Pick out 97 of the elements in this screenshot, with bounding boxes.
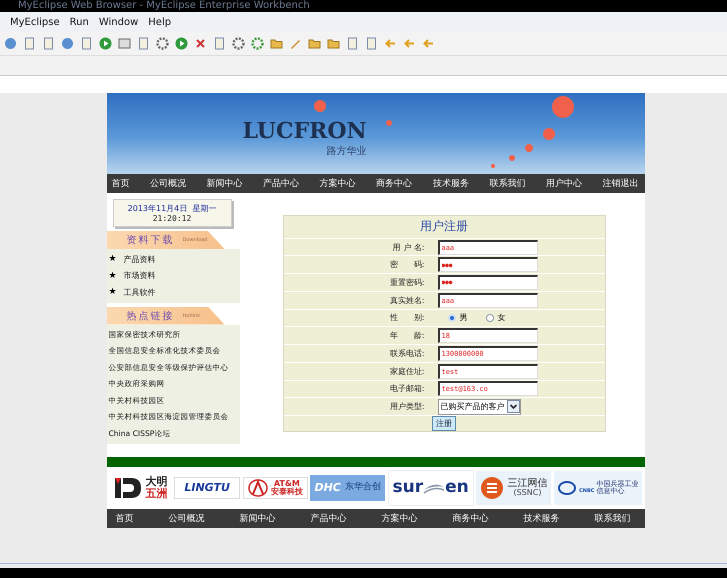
- document-icon[interactable]: [80, 37, 93, 50]
- register-button[interactable]: 注册: [432, 416, 456, 431]
- balloon: [542, 128, 554, 140]
- date-text: 2013年11月4日 星期一: [128, 203, 216, 214]
- download-link[interactable]: 市场资料: [124, 270, 156, 282]
- logo-text: 安泰科技: [270, 488, 303, 496]
- letter-mark-icon: [248, 479, 268, 497]
- field-label: 电子邮箱:: [388, 383, 426, 394]
- arrow-icon[interactable]: [422, 37, 435, 50]
- document-icon[interactable]: [23, 37, 36, 50]
- field-label: 密 码:: [388, 259, 426, 270]
- field-label: 性 别:: [388, 312, 426, 324]
- folder-icon[interactable]: [308, 37, 321, 50]
- logo-text: LINGTU: [184, 482, 230, 494]
- ring-mark-icon: [558, 481, 576, 495]
- nav-link[interactable]: 方案中心: [382, 512, 418, 525]
- star-bullet: ★: [108, 270, 117, 281]
- globe-icon[interactable]: [4, 37, 17, 50]
- section-title: 热点链接: [126, 310, 174, 322]
- logo-text: AT&M: [274, 480, 300, 488]
- balloon: [552, 96, 574, 118]
- logo-text: 大明: [146, 476, 168, 488]
- partner-logo[interactable]: 大明 五洲: [108, 471, 172, 505]
- logo-subtitle: 路方华业: [326, 144, 367, 158]
- partner-logo[interactable]: LINGTU: [174, 477, 240, 499]
- partner-logo[interactable]: DHC 东华合创: [310, 475, 385, 501]
- document-icon[interactable]: [346, 37, 359, 50]
- window-icon[interactable]: [118, 37, 131, 50]
- logo-text: en: [445, 479, 469, 497]
- dropdown[interactable]: 已购买产品的客户: [438, 398, 520, 415]
- window-title: MyEclipse Web Browser - MyEclipse Enterprise Workbench: [18, 0, 310, 12]
- play-icon[interactable]: [175, 37, 188, 50]
- nav-link[interactable]: 注销退出: [602, 177, 638, 190]
- balloon: [490, 164, 494, 168]
- caret-icon: [506, 400, 520, 414]
- logo-text: 东华合创: [344, 483, 381, 493]
- balloon: [386, 120, 392, 126]
- menu-item[interactable]: Window: [98, 16, 138, 28]
- nav-link[interactable]: 产品中心: [263, 177, 300, 190]
- globe-icon[interactable]: [61, 37, 74, 50]
- field-label: 家庭住址:: [388, 366, 426, 377]
- field-label: 联系电话:: [388, 348, 426, 359]
- star-bullet: ★: [108, 254, 117, 264]
- field-label: 用 户 名:: [392, 242, 426, 253]
- logo-text: LUCFRON: [242, 118, 367, 144]
- form-title: 用户注册: [420, 218, 468, 236]
- pen-icon[interactable]: [289, 37, 302, 50]
- nav-link[interactable]: 用户中心: [546, 177, 582, 190]
- nav-link[interactable]: 公司概况: [150, 177, 186, 190]
- nav-link[interactable]: 新闻中心: [206, 177, 243, 190]
- time-text: 21:20:12: [152, 214, 192, 223]
- folder-icon[interactable]: [327, 37, 340, 50]
- nav-link[interactable]: 产品中心: [310, 512, 346, 525]
- menu-item[interactable]: MyEclipse: [10, 16, 60, 28]
- nav-link[interactable]: 联系我们: [489, 177, 526, 190]
- radio-option[interactable]: 男: [448, 312, 468, 324]
- balloon: [314, 100, 326, 112]
- document-icon[interactable]: [213, 37, 226, 50]
- field-label: 真实姓名:: [388, 294, 426, 306]
- logo-text: 三江网信: [507, 478, 548, 489]
- menu-item[interactable]: Help: [148, 16, 172, 28]
- menu-item[interactable]: Run: [70, 16, 89, 28]
- logo-text: sur: [392, 479, 424, 497]
- logo-text: 五洲: [146, 488, 168, 500]
- radio-option[interactable]: 女: [486, 312, 506, 324]
- field-label: 重置密码:: [388, 276, 426, 288]
- nav-link[interactable]: 商务中心: [376, 177, 412, 190]
- star-bullet: ★: [108, 287, 117, 298]
- logo-text: (SSNC): [513, 489, 542, 498]
- document-icon[interactable]: [42, 37, 55, 50]
- section-title: 资料下载: [126, 234, 174, 247]
- balloon: [508, 155, 514, 161]
- download-link[interactable]: 工具软件: [124, 286, 156, 298]
- field-label: 年 龄:: [388, 330, 426, 342]
- nav-link[interactable]: 商务中心: [452, 512, 488, 525]
- arrow-icon[interactable]: [384, 37, 397, 50]
- nav-link[interactable]: 方案中心: [320, 177, 356, 190]
- logo-text: DHC: [314, 482, 341, 494]
- field-label: 用户类型:: [388, 401, 426, 412]
- nav-link[interactable]: 技术服务: [432, 177, 469, 190]
- partner-logo[interactable]: 三江网信 (SSNC): [476, 471, 552, 505]
- nav-link[interactable]: 联系我们: [594, 512, 630, 525]
- document-icon[interactable]: [137, 37, 150, 50]
- nav-link[interactable]: 新闻中心: [240, 512, 276, 525]
- nav-link[interactable]: 公司概况: [168, 512, 204, 525]
- balloon: [524, 144, 532, 152]
- play-icon[interactable]: [99, 37, 112, 50]
- nav-link[interactable]: 首页: [116, 512, 134, 525]
- partner-logo[interactable]: sur en: [388, 470, 474, 506]
- download-link[interactable]: 产品资料: [124, 254, 156, 265]
- circle-mark-icon: [480, 476, 504, 500]
- document-icon[interactable]: [365, 37, 378, 50]
- arrow-icon[interactable]: [403, 37, 416, 50]
- folder-icon[interactable]: [270, 37, 283, 50]
- nav-link[interactable]: 首页: [112, 177, 130, 190]
- nav-link[interactable]: 技术服务: [524, 512, 560, 525]
- partner-logo[interactable]: AT&M 安泰科技: [242, 477, 308, 499]
